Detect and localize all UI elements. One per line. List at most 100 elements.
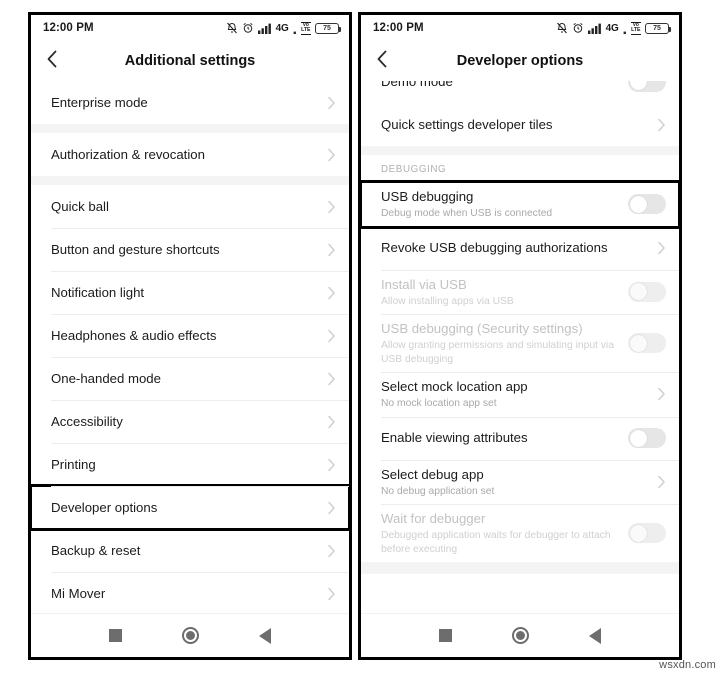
navigation-bar [361, 613, 679, 657]
list-item-notification-light[interactable]: Notification light [31, 271, 349, 314]
list-item-subtitle: Debugged application waits for debugger … [381, 530, 611, 555]
section-header-debugging: DEBUGGING [361, 155, 679, 182]
recents-button-icon[interactable] [109, 629, 122, 642]
phone-screen-developer-options: 12:00 PM 4G Vo LTE 75 Developer options … [358, 12, 682, 660]
list-item-authorization-revocation[interactable]: Authorization & revocation [31, 133, 349, 176]
list-item-backup-reset[interactable]: Backup & reset [31, 529, 349, 572]
title-bar: Additional settings [31, 41, 349, 81]
list-item-select-mock-location-app[interactable]: Select mock location app No mock locatio… [361, 372, 679, 417]
list-item-usb-debugging-security-settings[interactable]: USB debugging (Security settings) Allow … [361, 314, 679, 372]
list-item-accessibility[interactable]: Accessibility [31, 400, 349, 443]
list-item-label: USB debugging (Security settings) [381, 321, 583, 336]
list-item-quick-settings-developer-tiles[interactable]: Quick settings developer tiles [361, 103, 679, 146]
list-item-label: One-handed mode [51, 370, 161, 386]
page-title: Developer options [456, 53, 584, 69]
chevron-left-icon [45, 49, 59, 74]
signal-dot-icon [623, 23, 627, 34]
recents-button-icon[interactable] [439, 629, 452, 642]
settings-group-partial: Demo mode [361, 81, 679, 103]
list-item-label: Developer options [51, 499, 158, 515]
settings-group: Quick ball Button and gesture shortcuts … [31, 185, 349, 613]
list-item-label: USB debugging [381, 189, 474, 204]
list-item-label: Button and gesture shortcuts [51, 241, 220, 257]
settings-group: Enterprise mode [31, 81, 349, 124]
list-bottom-padding [361, 562, 679, 574]
list-item-label: Backup & reset [51, 542, 141, 558]
list-item-label: Quick settings developer tiles [381, 116, 553, 132]
chevron-right-icon [657, 241, 666, 255]
mute-icon [556, 22, 568, 34]
chevron-left-icon [375, 49, 389, 74]
usb-debugging-toggle[interactable] [628, 194, 666, 215]
phone-screen-additional-settings: 12:00 PM 4G Vo LTE 75 Additional setting… [28, 12, 352, 660]
list-item-select-debug-app[interactable]: Select debug app No debug application se… [361, 459, 679, 504]
title-bar: Developer options [361, 41, 679, 81]
signal-bars-icon [587, 23, 602, 34]
list-item-label: Select debug app [381, 466, 484, 482]
status-bar: 12:00 PM 4G Vo LTE 75 [361, 15, 679, 41]
list-item-headphones-audio-effects[interactable]: Headphones & audio effects [31, 314, 349, 357]
back-button-icon[interactable] [589, 627, 601, 644]
back-button[interactable] [361, 49, 403, 74]
mute-icon [226, 22, 238, 34]
navigation-bar [31, 613, 349, 657]
home-button-icon[interactable] [512, 627, 529, 644]
chevron-right-icon [327, 329, 336, 343]
enable-viewing-attributes-toggle[interactable] [628, 428, 666, 448]
settings-list[interactable]: Demo mode Quick settings developer tiles… [361, 81, 679, 613]
status-bar: 12:00 PM 4G Vo LTE 75 [31, 15, 349, 41]
list-item-developer-options[interactable]: Developer options [31, 484, 349, 531]
wait-for-debugger-toggle[interactable] [628, 523, 666, 543]
watermark: wsxdn.com [659, 659, 716, 671]
battery-level-label: 75 [653, 24, 661, 32]
demo-mode-toggle[interactable] [628, 81, 666, 92]
install-via-usb-toggle[interactable] [628, 281, 666, 302]
list-item-mi-mover[interactable]: Mi Mover [31, 572, 349, 613]
list-item-label: Revoke USB debugging authorizations [381, 240, 608, 255]
list-item-usb-debugging[interactable]: USB debugging Debug mode when USB is con… [361, 180, 679, 229]
list-item-subtitle: No debug application set [381, 485, 495, 497]
list-item-button-and-gesture-shortcuts[interactable]: Button and gesture shortcuts [31, 228, 349, 271]
list-item-enterprise-mode[interactable]: Enterprise mode [31, 81, 349, 124]
list-item-label: Wait for debugger [381, 511, 486, 526]
list-item-label: Demo mode [381, 81, 453, 89]
group-separator [31, 176, 349, 185]
list-item-label: Accessibility [51, 413, 123, 429]
list-item-enable-viewing-attributes[interactable]: Enable viewing attributes [361, 416, 679, 460]
battery-icon: 75 [315, 22, 341, 34]
chevron-right-icon [327, 96, 336, 110]
back-button-icon[interactable] [259, 627, 271, 644]
volte-icon: Vo LTE [300, 21, 311, 35]
list-item-printing[interactable]: Printing [31, 443, 349, 486]
list-item-demo-mode[interactable]: Demo mode [361, 81, 679, 103]
home-button-icon[interactable] [182, 627, 199, 644]
settings-group: Quick settings developer tiles [361, 103, 679, 146]
list-item-revoke-usb-debugging-authorizations[interactable]: Revoke USB debugging authorizations [361, 226, 679, 270]
list-item-one-handed-mode[interactable]: One-handed mode [31, 357, 349, 400]
chevron-right-icon [327, 372, 336, 386]
list-item-subtitle: Debug mode when USB is connected [381, 208, 553, 219]
usb-debugging-security-toggle[interactable] [628, 333, 666, 353]
group-separator [361, 146, 679, 155]
status-time: 12:00 PM [373, 22, 424, 34]
list-item-label: Notification light [51, 284, 145, 300]
status-time: 12:00 PM [43, 22, 94, 34]
network-type-label: 4G [605, 22, 619, 34]
battery-level-label: 75 [323, 24, 331, 32]
list-item-wait-for-debugger[interactable]: Wait for debugger Debugged application w… [361, 504, 679, 562]
list-item-quick-ball[interactable]: Quick ball [31, 185, 349, 228]
list-item-install-via-usb[interactable]: Install via USB Allow installing apps vi… [361, 269, 679, 314]
battery-icon: 75 [645, 22, 671, 34]
list-item-label: Headphones & audio effects [51, 327, 217, 343]
chevron-right-icon [657, 475, 666, 489]
list-item-label: Install via USB [381, 276, 467, 292]
list-item-label: Select mock location app [381, 379, 528, 394]
network-type-label: 4G [275, 22, 289, 34]
list-item-label: Quick ball [51, 198, 109, 214]
signal-bars-icon [257, 23, 272, 34]
list-item-label: Enterprise mode [51, 94, 148, 110]
settings-list[interactable]: Enterprise mode Authorization & revocati… [31, 81, 349, 613]
back-button[interactable] [31, 49, 73, 74]
chevron-right-icon [657, 118, 666, 132]
chevron-right-icon [327, 458, 336, 472]
